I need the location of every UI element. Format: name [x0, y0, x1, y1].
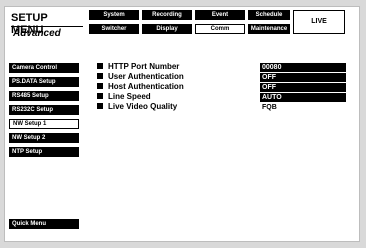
sidebar-item-nw-setup-1[interactable]: NW Setup 1	[9, 119, 79, 129]
setting-user-authentication: User Authentication	[97, 72, 184, 81]
user-authentication-value-field[interactable]: OFF	[260, 73, 346, 82]
menu-brand: SETUP MENU Advanced	[11, 10, 83, 46]
bullet-square-icon	[97, 82, 103, 89]
tab-event[interactable]: Event	[195, 10, 245, 20]
setting-host-authentication: Host Authentication	[97, 82, 184, 91]
setting-label: HTTP Port Number	[108, 62, 180, 71]
sidebar-item-rs232c-setup[interactable]: RS232C Setup	[9, 105, 79, 115]
sidebar-item-nw-setup-2[interactable]: NW Setup 2	[9, 133, 79, 143]
sidebar-item-camera-control[interactable]: Camera Control	[9, 63, 79, 73]
menu-mode-label: Advanced	[13, 28, 61, 39]
setting-live-video-quality: Live Video Quality	[97, 102, 177, 111]
tab-display[interactable]: Display	[142, 24, 192, 34]
tab-system[interactable]: System	[89, 10, 139, 20]
live-button[interactable]: LIVE	[293, 10, 345, 34]
setting-label: Host Authentication	[108, 82, 184, 91]
setting-label: Live Video Quality	[108, 102, 178, 111]
sidebar-item-ntp-setup[interactable]: NTP Setup	[9, 147, 79, 157]
bullet-square-icon	[97, 62, 103, 69]
setup-screen: SETUP MENU Advanced System Recording Eve…	[4, 6, 360, 242]
bullet-square-icon	[97, 72, 103, 79]
setting-line-speed: Line Speed	[97, 92, 151, 101]
tab-switcher[interactable]: Switcher	[89, 24, 139, 34]
quick-menu-button[interactable]: Quick Menu	[9, 219, 79, 229]
tab-comm[interactable]: Comm	[195, 24, 245, 34]
http-port-value-field[interactable]: 00080	[260, 63, 346, 72]
live-video-quality-value-field[interactable]: FQB	[260, 103, 346, 112]
title-underline	[11, 26, 83, 27]
sidebar-item-rs485-setup[interactable]: RS485 Setup	[9, 91, 79, 101]
bullet-square-icon	[97, 102, 103, 109]
line-speed-value-field[interactable]: AUTO	[260, 93, 346, 102]
setting-http-port: HTTP Port Number	[97, 62, 179, 71]
setting-label: Line Speed	[108, 92, 151, 101]
tab-schedule[interactable]: Schedule	[248, 10, 290, 20]
sidebar-item-ps-data-setup[interactable]: PS.DATA Setup	[9, 77, 79, 87]
bullet-square-icon	[97, 92, 103, 99]
host-authentication-value-field[interactable]: OFF	[260, 83, 346, 92]
setting-label: User Authentication	[108, 72, 184, 81]
tab-recording[interactable]: Recording	[142, 10, 192, 20]
tab-maintenance[interactable]: Maintenance	[248, 24, 290, 34]
